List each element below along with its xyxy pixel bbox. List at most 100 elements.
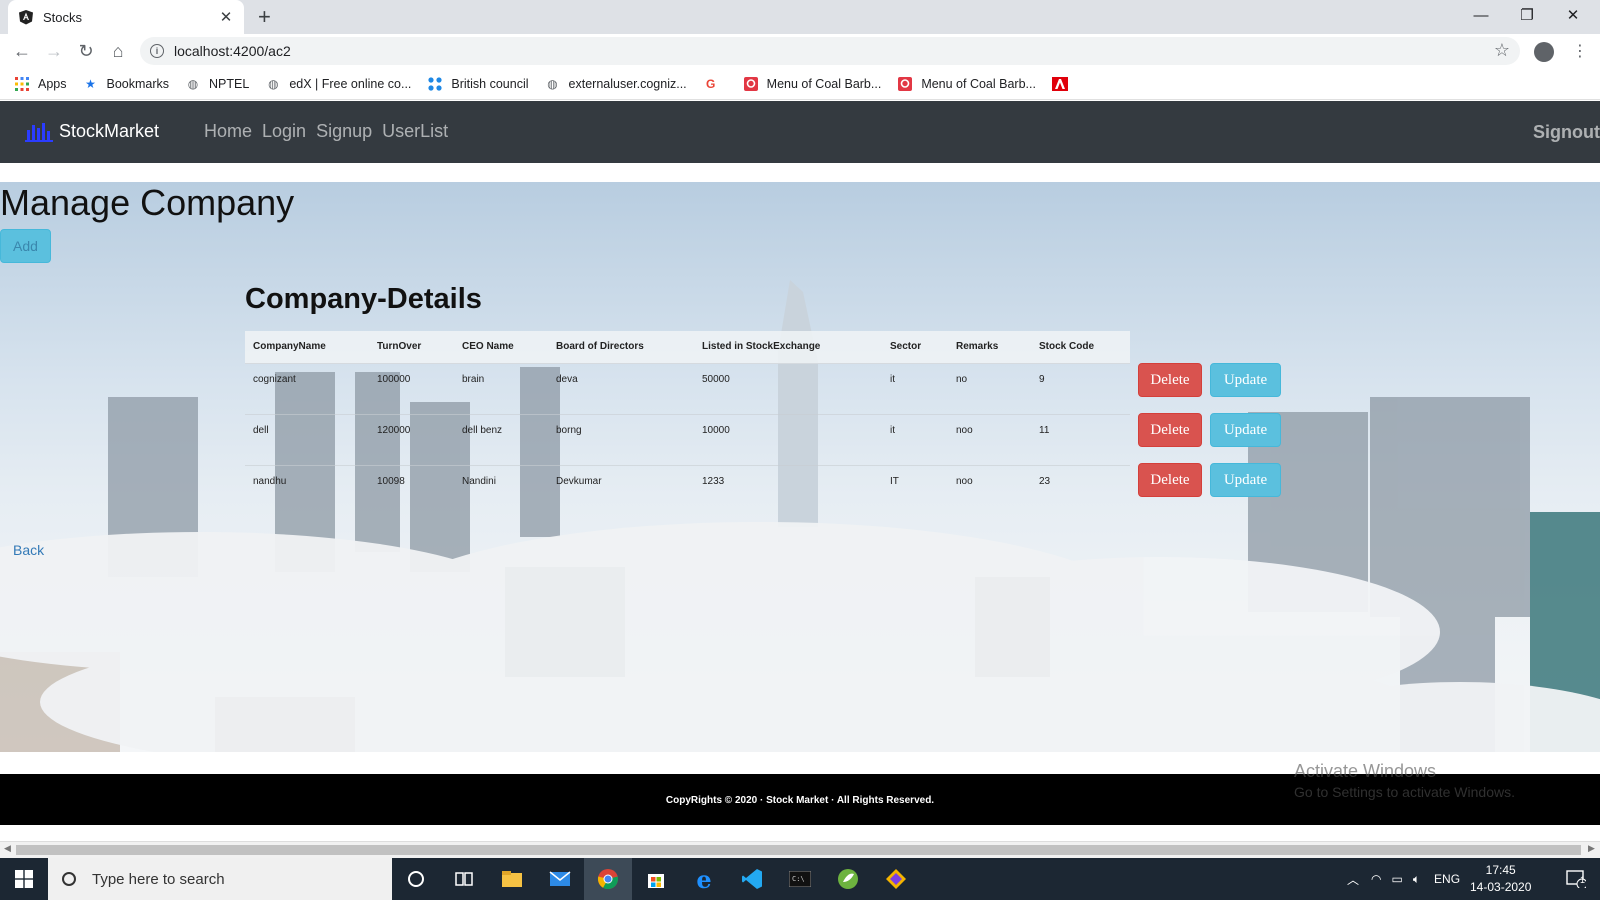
home-icon[interactable]: ⌂ (106, 39, 130, 63)
notification-center-icon[interactable]: 1 (1552, 858, 1600, 900)
update-button[interactable]: Update (1210, 413, 1281, 447)
language-indicator[interactable]: ENG (1434, 872, 1460, 886)
signout-link[interactable]: Signout (1533, 122, 1600, 143)
mail-icon[interactable] (536, 858, 584, 900)
bookmark-externaluser[interactable]: ◍ externaluser.cogniz... (545, 76, 686, 92)
table-row: dell 120000 dell benz borng 10000 it noo… (245, 414, 1130, 466)
nav-home-link[interactable]: Home (204, 121, 252, 142)
bookmark-coal-barbecue-2[interactable]: Menu of Coal Barb... (897, 76, 1036, 92)
volume-icon[interactable]: 🔈︎ (1413, 872, 1420, 887)
horizontal-scrollbar[interactable]: ◀ ▶ (0, 841, 1600, 858)
zomato-icon (743, 76, 759, 92)
tab-close-icon[interactable]: ✕ (218, 8, 234, 26)
bookmark-coal-barbecue-1[interactable]: Menu of Coal Barb... (743, 76, 882, 92)
wifi-icon[interactable]: ◠ (1371, 872, 1381, 886)
bookmark-label: Apps (38, 76, 67, 91)
bookmark-google[interactable]: G (703, 76, 727, 92)
delete-button[interactable]: Delete (1138, 413, 1202, 447)
column-header: Stock Code (1031, 331, 1130, 364)
brand-link[interactable]: StockMarket (25, 121, 159, 142)
column-header: Sector (882, 331, 948, 364)
table-cell: 10098 (377, 475, 405, 487)
table-cell: 10000 (694, 414, 882, 466)
bookmark-nptel[interactable]: ◍ NPTEL (185, 76, 250, 92)
browser-menu-icon[interactable]: ⋮ (1572, 41, 1588, 61)
table-cell: 120000 (369, 414, 454, 466)
column-header: Remarks (948, 331, 1031, 364)
tab-title: Stocks (43, 9, 83, 25)
nav-signup-link[interactable]: Signup (316, 121, 372, 142)
table-row: nandhu 10098 Nandini Devkumar 1233 IT no… (245, 465, 1130, 516)
restore-button[interactable]: ❐ (1504, 0, 1550, 30)
globe-icon: ◍ (187, 76, 199, 91)
address-bar[interactable]: i localhost:4200/ac2 ☆ (140, 37, 1520, 65)
chrome-icon[interactable] (584, 858, 632, 900)
spring-tool-icon[interactable] (824, 858, 872, 900)
forward-arrow-icon[interactable]: → (42, 39, 66, 63)
add-company-button[interactable]: Add (0, 229, 51, 263)
battery-icon[interactable]: ▭ (1392, 872, 1403, 886)
tray-overflow-icon[interactable]: ︿ (1347, 871, 1359, 888)
new-tab-button[interactable]: + (258, 5, 271, 29)
url-text[interactable]: localhost:4200/ac2 (174, 43, 291, 59)
scroll-right-arrow-icon[interactable]: ▶ (1588, 843, 1595, 854)
nav-login-link[interactable]: Login (262, 121, 306, 142)
bookmark-label: Bookmarks (106, 76, 170, 91)
back-arrow-icon[interactable]: ← (10, 39, 34, 63)
star-icon: ★ (85, 76, 96, 91)
bookmark-apps[interactable]: Apps (14, 76, 67, 92)
table-cell: dell (245, 414, 369, 466)
store-icon[interactable] (632, 858, 680, 900)
bookmark-label: Menu of Coal Barb... (766, 76, 882, 91)
bookmark-british-council[interactable]: British council (427, 76, 529, 92)
task-view-icon[interactable] (440, 858, 488, 900)
site-info-icon[interactable]: i (150, 44, 164, 58)
british-council-icon (427, 76, 443, 92)
table-cell: noo (948, 414, 1031, 466)
close-window-button[interactable]: ✕ (1550, 0, 1596, 30)
table-cell: deva (548, 363, 694, 415)
profile-icon[interactable] (1534, 42, 1554, 62)
windows-logo-icon (15, 870, 33, 888)
bookmark-star-icon[interactable]: ☆ (1494, 40, 1510, 61)
row-actions: Delete Update (1138, 363, 1281, 397)
page-title: Manage Company (0, 182, 295, 223)
browser-tab-bar: Stocks ✕ + — ❐ ✕ (0, 0, 1600, 34)
taskbar-clock[interactable]: 17:45 14-03-2020 (1470, 862, 1531, 896)
bar-chart-icon (25, 122, 53, 142)
terminal-icon[interactable]: C:\ (776, 858, 824, 900)
bookmark-label: NPTEL (209, 76, 250, 91)
scroll-left-arrow-icon[interactable]: ◀ (4, 843, 11, 854)
watermark-line-1: Activate Windows (1294, 761, 1437, 781)
nav-userlist-link[interactable]: UserList (382, 121, 448, 142)
update-button[interactable]: Update (1210, 363, 1281, 397)
taskbar-search-box[interactable]: Type here to search (48, 858, 392, 900)
reload-icon[interactable]: ↻ (74, 39, 98, 63)
angular-icon (18, 9, 34, 25)
windows-taskbar: Type here to search e C:\ ︿ ◠ ▭ 🔈︎ ENG 1… (0, 858, 1600, 900)
back-link[interactable]: Back (13, 542, 44, 558)
bookmark-adobe[interactable] (1051, 76, 1076, 92)
apps-grid-icon (14, 76, 30, 92)
browser-tab[interactable]: Stocks ✕ (8, 0, 244, 34)
bookmark-bookmarks[interactable]: ★ Bookmarks (83, 76, 170, 92)
globe-icon: ◍ (268, 76, 279, 91)
table-cell: 1233 (702, 475, 725, 487)
windows-start-button[interactable] (0, 858, 48, 900)
table-cell: no (948, 363, 1031, 415)
row-actions: Delete Update (1138, 463, 1281, 497)
minimize-button[interactable]: — (1458, 0, 1504, 30)
delete-button[interactable]: Delete (1138, 463, 1202, 497)
table-cell: IT (890, 475, 899, 487)
delete-button[interactable]: Delete (1138, 363, 1202, 397)
file-explorer-icon[interactable] (488, 858, 536, 900)
vscode-icon[interactable] (728, 858, 776, 900)
cortana-icon[interactable] (392, 858, 440, 900)
git-client-icon[interactable] (872, 858, 920, 900)
bookmark-edx[interactable]: ◍ edX | Free online co... (265, 76, 411, 92)
table-cell: nandhu (253, 475, 287, 487)
update-button[interactable]: Update (1210, 463, 1281, 497)
search-icon (62, 872, 76, 886)
scrollbar-thumb[interactable] (16, 845, 1581, 855)
edge-icon[interactable]: e (680, 858, 728, 900)
